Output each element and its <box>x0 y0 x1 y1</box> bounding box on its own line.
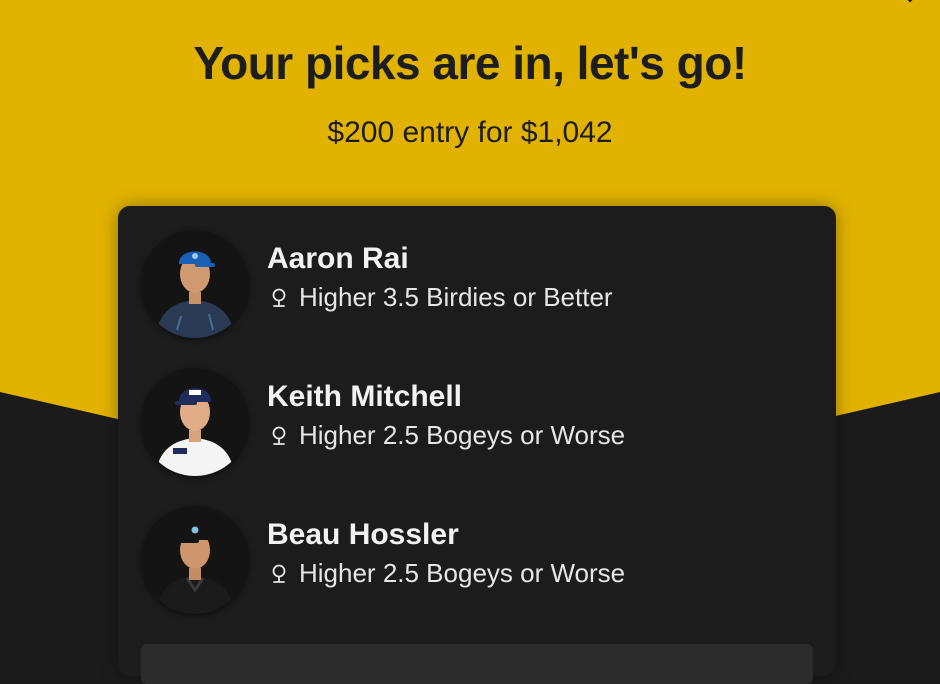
pick-selection: Higher 3.5 Birdies or Better <box>299 282 613 312</box>
player-name: Aaron Rai <box>267 242 409 275</box>
player-avatar <box>141 506 249 614</box>
pick-row[interactable]: Aaron Rai Higher 3.5 Birdies or Better <box>141 230 801 340</box>
player-avatar <box>141 368 249 476</box>
close-icon <box>907 0 913 3</box>
picks-card: Aaron Rai Higher 3.5 Birdies or Better K… <box>118 206 836 684</box>
player-name: Beau Hossler <box>267 518 459 551</box>
entry-summary: $200 entry for $1,042 <box>327 116 613 149</box>
pick-row[interactable]: Beau Hossler Higher 2.5 Bogeys or Worse <box>141 506 801 616</box>
pick-row[interactable]: Keith Mitchell Higher 2.5 Bogeys or Wors… <box>141 368 801 478</box>
golf-pin-icon <box>272 426 286 445</box>
page-title: Your picks are in, let's go! <box>193 37 747 89</box>
pick-selection: Higher 2.5 Bogeys or Worse <box>299 420 626 450</box>
pick-selection: Higher 2.5 Bogeys or Worse <box>299 558 626 588</box>
player-name: Keith Mitchell <box>267 380 463 413</box>
close-button[interactable] <box>894 0 926 8</box>
player-avatar <box>141 230 249 338</box>
golf-pin-icon <box>272 564 286 583</box>
golf-pin-icon <box>272 288 286 307</box>
action-bar[interactable] <box>141 644 813 684</box>
